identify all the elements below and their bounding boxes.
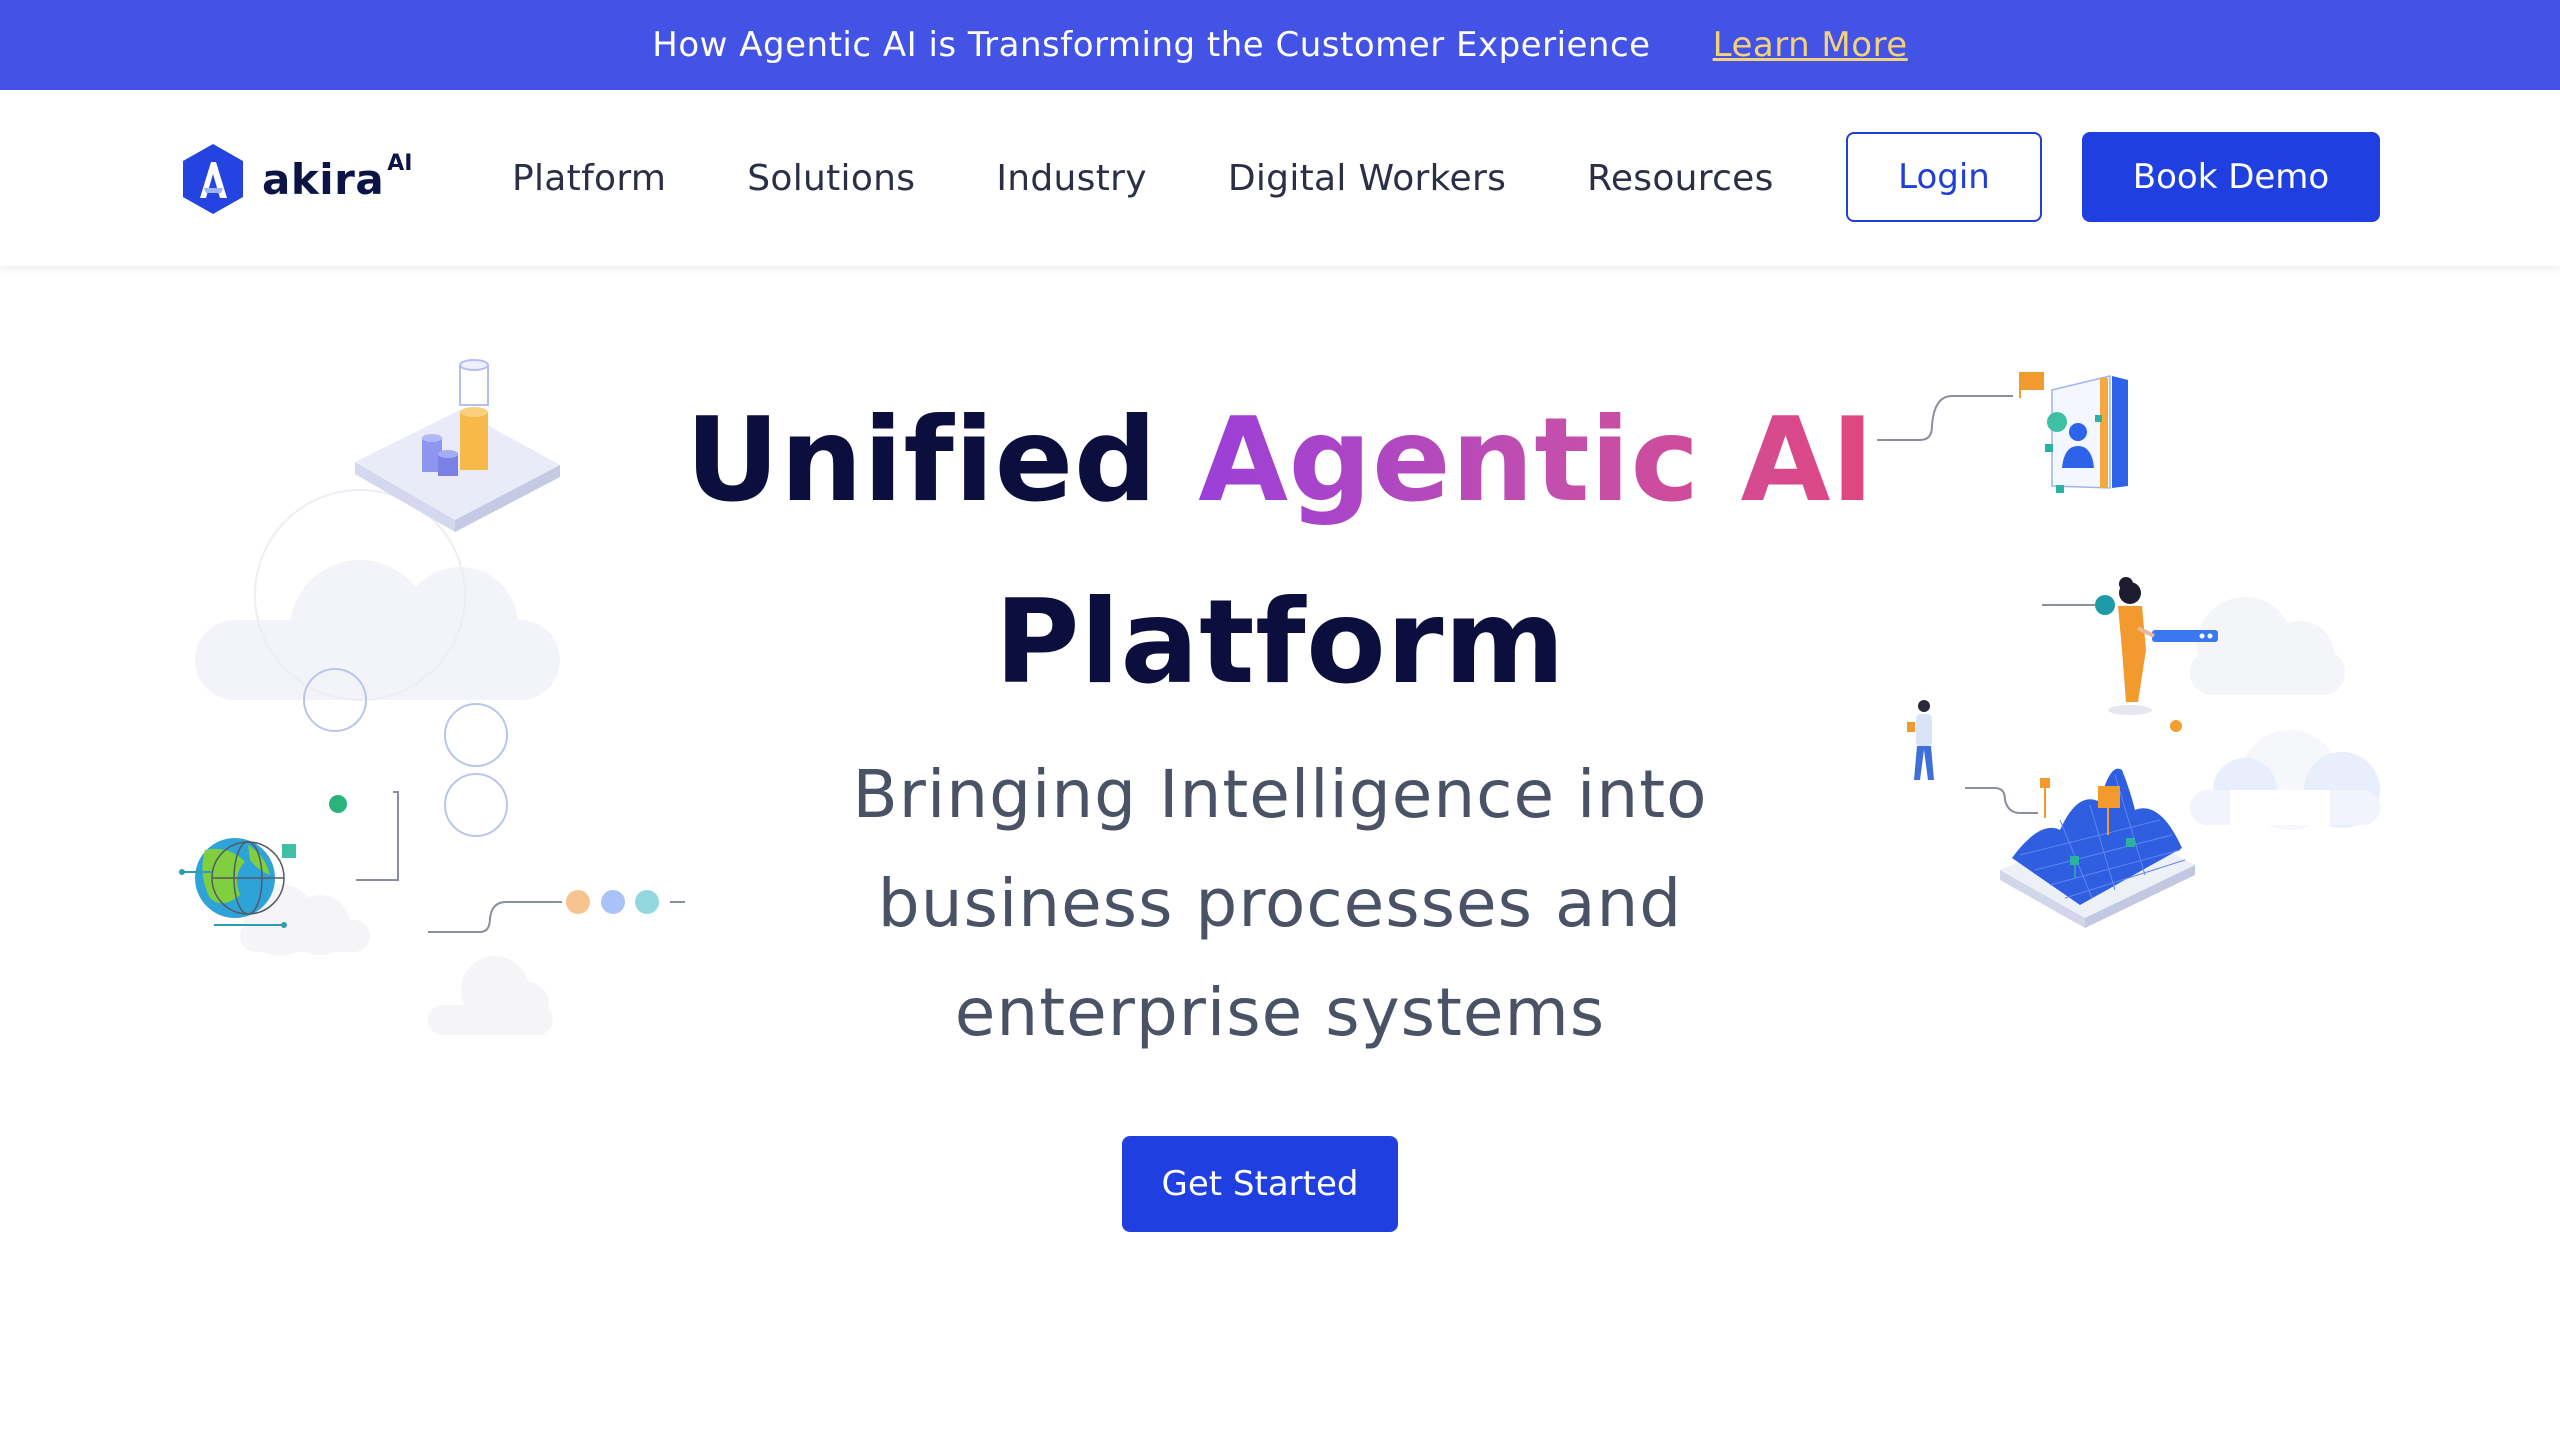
nav-item-resources[interactable]: Resources	[1587, 158, 1774, 199]
logo-wordmark: akira	[262, 154, 385, 204]
book-demo-button[interactable]: Book Demo	[2082, 132, 2380, 222]
learn-more-link[interactable]: Learn More	[1713, 25, 1908, 65]
connector-lines	[356, 791, 685, 933]
logo[interactable]: akira AI	[180, 142, 412, 216]
cloud-icon	[195, 560, 560, 700]
profile-screen-icon	[2019, 372, 2128, 493]
man-worker-icon	[1907, 700, 1934, 780]
hero-title-highlight: Agentic AI	[1198, 393, 1875, 528]
hero-subtitle: Bringing Intelligence into business proc…	[852, 756, 1708, 1051]
nav-item-digital-workers[interactable]: Digital Workers	[1228, 158, 1506, 199]
site-header: akira AI Platform Solutions Industry Dig…	[0, 90, 2560, 266]
green-dot-icon	[329, 795, 347, 813]
hero-title-part2: Platform	[994, 575, 1566, 710]
main-nav: Platform Solutions Industry Digital Work…	[512, 90, 1855, 266]
nav-item-solutions[interactable]: Solutions	[747, 158, 915, 199]
data-analytics-illustration	[179, 359, 685, 1035]
cloud-icon	[240, 884, 553, 1035]
colored-dots-icon	[566, 890, 659, 914]
cloud-icon	[2190, 597, 2345, 695]
hero-title: Unified Agentic AI Platform	[680, 370, 1880, 734]
cloud-icon	[2190, 730, 2380, 830]
get-started-button[interactable]: Get Started	[1122, 1136, 1398, 1232]
surface-chart-icon	[2000, 768, 2195, 928]
announcement-bar: How Agentic AI is Transforming the Custo…	[0, 0, 2560, 90]
login-button[interactable]: Login	[1846, 132, 2042, 222]
digital-workers-illustration	[1877, 372, 2380, 928]
bar-cylinders-icon	[355, 359, 560, 532]
akira-logo-icon	[183, 144, 243, 214]
hero-title-part1: Unified	[685, 393, 1199, 528]
nav-item-platform[interactable]: Platform	[512, 158, 666, 199]
logo-superscript: AI	[387, 150, 413, 176]
announcement-text: How Agentic AI is Transforming the Custo…	[652, 25, 1651, 65]
nav-item-industry[interactable]: Industry	[996, 158, 1146, 199]
